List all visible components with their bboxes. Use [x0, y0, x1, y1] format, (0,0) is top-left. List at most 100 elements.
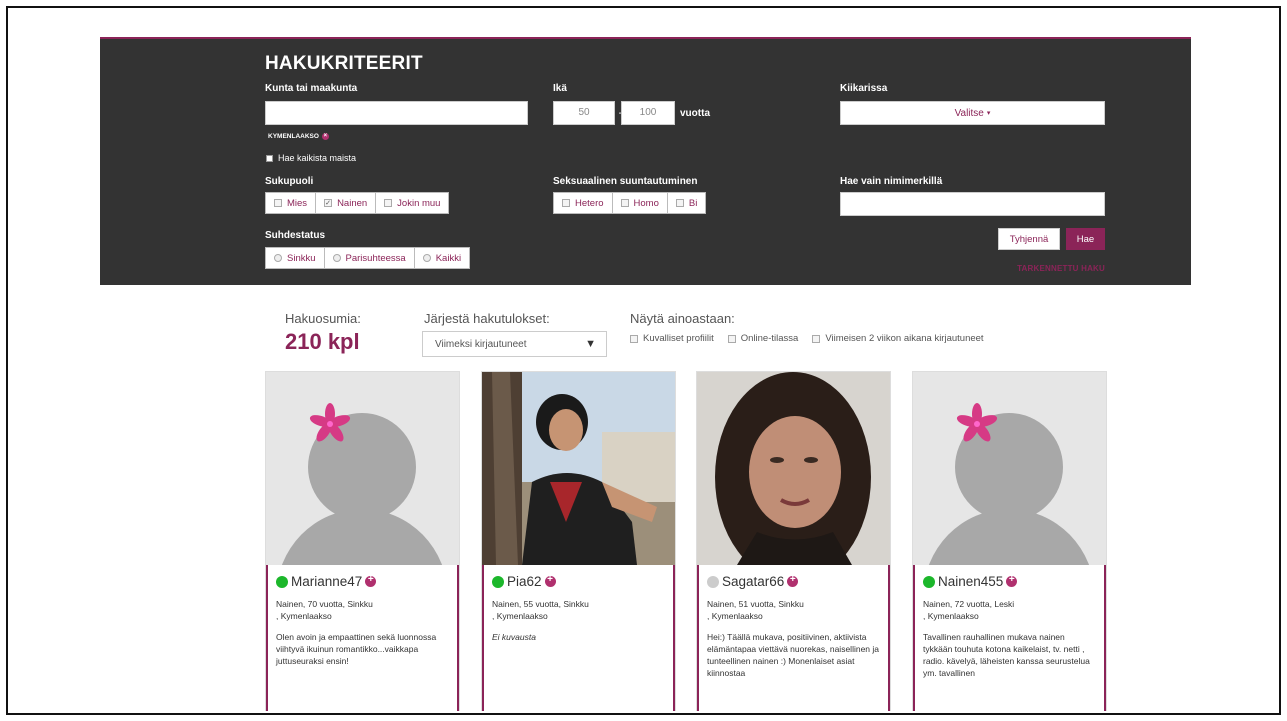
advanced-search-link[interactable]: TARKENNETTU HAKU — [998, 264, 1105, 273]
orientation-option-bi[interactable]: Bi — [667, 192, 707, 214]
gender-option-label: Mies — [287, 197, 308, 209]
orientation-label: Seksuaalinen suuntautuminen — [553, 176, 698, 187]
binoculars-select[interactable]: Valitse ▾ — [840, 101, 1105, 125]
filter-checkboxes: Kuvalliset profiilit Online-tilassa Viim… — [630, 333, 984, 344]
sort-select-value: Viimeksi kirjautuneet — [435, 338, 527, 350]
checkbox-icon — [274, 199, 282, 207]
profile-meta: Nainen, 72 vuotta, Leski , Kymenlaakso — [923, 598, 1096, 622]
caret-down-icon: ▾ — [986, 110, 991, 117]
profile-card[interactable]: Pia62 Nainen, 55 vuotta, Sinkku , Kymenl… — [481, 371, 676, 711]
search-button[interactable]: Hae — [1066, 228, 1105, 250]
gender-option-label: Nainen — [337, 197, 368, 209]
profile-placeholder-image[interactable] — [266, 372, 459, 565]
gender-label: Sukupuoli — [265, 176, 314, 187]
orientation-group: Hetero Homo Bi — [553, 192, 707, 214]
radio-icon — [274, 254, 282, 262]
add-favorite-icon[interactable] — [787, 574, 799, 587]
hits-label: Hakuosumia: — [285, 311, 361, 326]
kunta-input[interactable] — [265, 101, 528, 125]
profile-name[interactable]: Marianne47 — [291, 574, 362, 589]
profile-card[interactable]: Nainen455 Nainen, 72 vuotta, Leski , Kym… — [912, 371, 1107, 711]
relationship-option-sinkku[interactable]: Sinkku — [265, 247, 325, 269]
profile-meta-line1: Nainen, 70 vuotta, Sinkku — [276, 599, 373, 609]
profile-info: Marianne47 Nainen, 70 vuotta, Sinkku , K… — [266, 565, 459, 711]
nickname-label: Hae vain nimimerkillä — [840, 176, 943, 187]
profile-photo[interactable] — [697, 372, 890, 565]
checkbox-icon — [675, 199, 684, 207]
profile-info: Nainen455 Nainen, 72 vuotta, Leski , Kym… — [913, 565, 1106, 711]
profile-name[interactable]: Sagatar66 — [722, 574, 784, 589]
add-favorite-icon[interactable] — [365, 574, 377, 587]
profile-description: Ei kuvausta — [492, 632, 536, 642]
region-tag[interactable]: KYMENLAAKSO × — [268, 133, 329, 140]
triangle-down-icon: ▼ — [585, 338, 596, 350]
clear-button[interactable]: Tyhjennä — [998, 228, 1060, 250]
online-status-icon — [923, 575, 935, 588]
profile-info: Pia62 Nainen, 55 vuotta, Sinkku , Kymenl… — [482, 565, 675, 711]
profile-photo-image — [697, 372, 890, 565]
sort-label: Järjestä hakutulokset: — [424, 311, 550, 326]
profile-name-row[interactable]: Nainen455 — [923, 574, 1096, 589]
profile-name[interactable]: Pia62 — [507, 574, 542, 589]
profile-name[interactable]: Nainen455 — [938, 574, 1003, 589]
orientation-option-label: Bi — [688, 197, 698, 209]
checkbox-icon — [620, 199, 629, 207]
online-status-icon — [276, 575, 288, 588]
profile-name-row[interactable]: Sagatar66 — [707, 574, 880, 589]
kunta-label: Kunta tai maakunta — [265, 83, 358, 94]
relationship-option-label: Sinkku — [287, 252, 316, 264]
radio-icon — [332, 254, 341, 262]
orientation-option-label: Homo — [633, 197, 659, 209]
sort-select[interactable]: Viimeksi kirjautuneet ▼ — [422, 331, 607, 357]
filter-with-photos[interactable]: Kuvalliset profiilit — [630, 333, 714, 344]
age-max-input[interactable]: 100 — [621, 101, 675, 125]
profile-meta: Nainen, 55 vuotta, Sinkku , Kymenlaakso — [492, 598, 665, 622]
online-status-icon — [492, 575, 504, 588]
radio-icon — [422, 254, 431, 262]
profile-meta-line2: , Kymenlaakso — [923, 611, 979, 621]
checkbox-icon — [812, 334, 821, 343]
profile-meta-line1: Nainen, 72 vuotta, Leski — [923, 599, 1015, 609]
profile-photo[interactable] — [482, 372, 675, 565]
profile-name-row[interactable]: Marianne47 — [276, 574, 449, 589]
profile-info: Sagatar66 Nainen, 51 vuotta, Sinkku , Ky… — [697, 565, 890, 711]
profile-name-row[interactable]: Pia62 — [492, 574, 665, 589]
age-min-input[interactable]: 50 — [553, 101, 615, 125]
remove-tag-icon[interactable]: × — [321, 133, 329, 140]
profile-description: Tavallinen rauhallinen mukava nainen tyk… — [923, 632, 1090, 678]
relationship-option-label: Parisuhteessa — [345, 252, 406, 264]
search-panel-title: HAKUKRITEERIT — [265, 53, 423, 74]
relationship-label: Suhdestatus — [265, 230, 326, 241]
profile-meta-line1: Nainen, 51 vuotta, Sinkku — [707, 599, 804, 609]
hits-count: 210 kpl — [285, 329, 360, 354]
gender-option-mies[interactable]: Mies — [265, 192, 317, 214]
all-countries-label: Hae kaikista maista — [278, 153, 357, 163]
relationship-option-parisuhteessa[interactable]: Parisuhteessa — [324, 247, 415, 269]
nickname-input[interactable] — [840, 192, 1105, 216]
offline-status-icon — [707, 575, 719, 588]
profile-meta-line2: , Kymenlaakso — [492, 611, 548, 621]
orientation-option-homo[interactable]: Homo — [612, 192, 668, 214]
orientation-option-hetero[interactable]: Hetero — [553, 192, 613, 214]
gender-option-nainen[interactable]: ✓ Nainen — [316, 192, 377, 214]
profile-meta: Nainen, 51 vuotta, Sinkku , Kymenlaakso — [707, 598, 880, 622]
profile-meta-line2: , Kymenlaakso — [276, 611, 332, 621]
relationship-group: Sinkku Parisuhteessa Kaikki — [265, 247, 471, 269]
filter-online[interactable]: Online-tilassa — [727, 333, 798, 344]
gender-option-other[interactable]: Jokin muu — [376, 192, 450, 214]
region-tag-label: KYMENLAAKSO — [268, 133, 319, 140]
binoculars-select-value: Valitse — [954, 107, 984, 119]
profile-placeholder-image[interactable] — [913, 372, 1106, 565]
page-frame: HAKUKRITEERIT Kunta tai maakunta KYMENLA… — [6, 6, 1281, 715]
relationship-option-kaikki[interactable]: Kaikki — [414, 247, 471, 269]
add-favorite-icon[interactable] — [544, 574, 556, 587]
profile-card[interactable]: Marianne47 Nainen, 70 vuotta, Sinkku , K… — [265, 371, 460, 711]
avatar-placeholder-icon — [281, 403, 443, 565]
add-favorite-icon[interactable] — [1006, 574, 1018, 587]
filter-recent-logins[interactable]: Viimeisen 2 viikon aikana kirjautuneet — [812, 333, 984, 344]
checkbox-icon — [266, 154, 273, 162]
profile-card[interactable]: Sagatar66 Nainen, 51 vuotta, Sinkku , Ky… — [696, 371, 891, 711]
all-countries-checkbox[interactable]: Hae kaikista maista — [266, 153, 356, 163]
age-label: Ikä — [553, 83, 567, 94]
orientation-option-label: Hetero — [575, 197, 604, 209]
